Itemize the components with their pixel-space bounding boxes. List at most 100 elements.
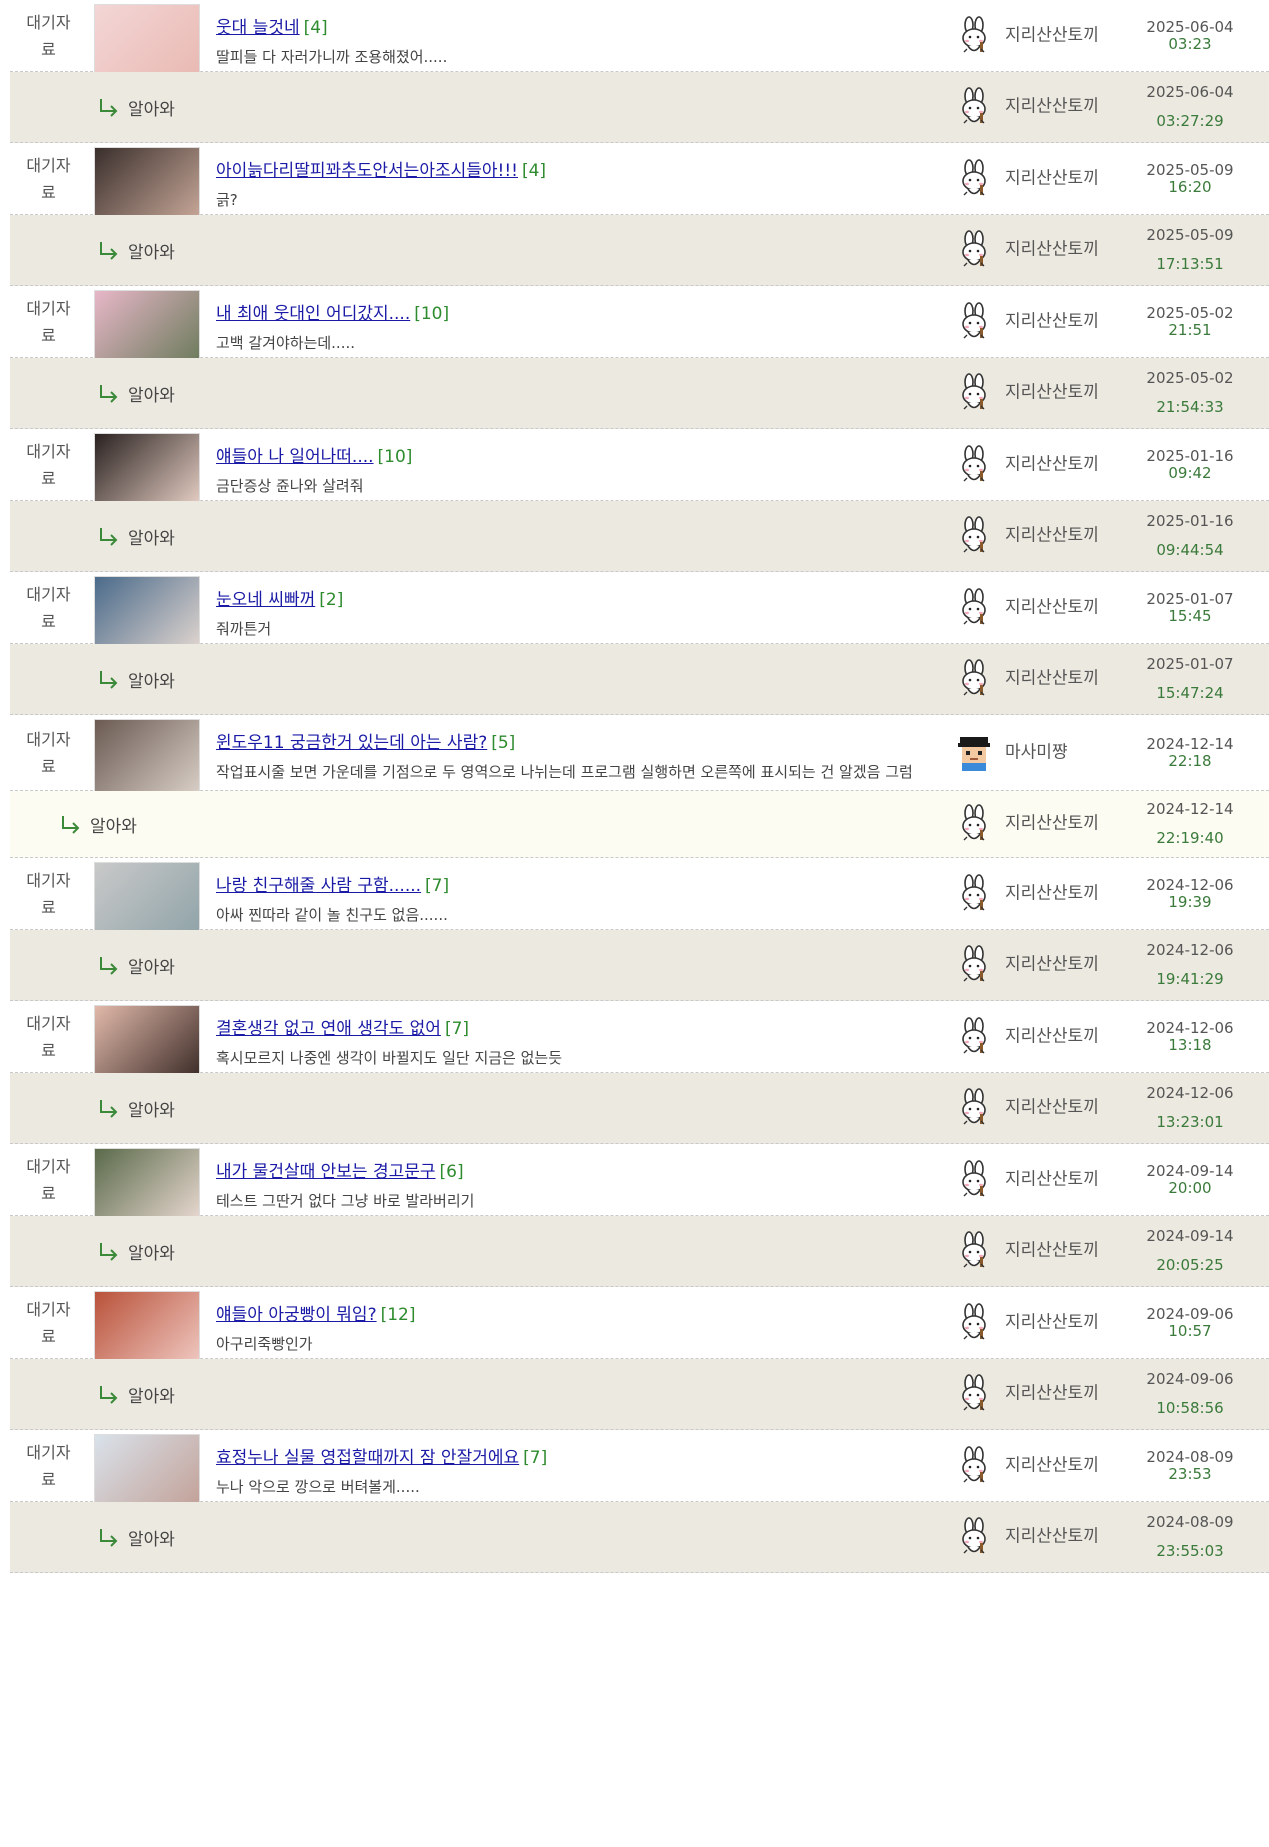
post-thumbnail[interactable] (94, 1291, 200, 1367)
reply-time: 03:27:29 (1156, 112, 1224, 130)
post-date: 2024-12-06 (1146, 875, 1234, 894)
comment-count: [10] (377, 447, 413, 467)
comment-count: [4] (521, 161, 547, 181)
post-time: 21:51 (1168, 320, 1212, 339)
reply-author[interactable]: 지리산산토끼 (1005, 1381, 1100, 1408)
reply-link[interactable]: 알아와 (98, 1359, 175, 1429)
post-author[interactable]: 지리산산토끼 (1005, 308, 1100, 335)
reply-datetime: 2024-12-06 13:23:01 (1110, 1079, 1269, 1137)
post-title-link[interactable]: 웃대 늘것네 (216, 18, 300, 38)
reply-datetime: 2024-12-14 22:19:40 (1110, 795, 1269, 853)
reply-datetime: 2024-09-14 20:05:25 (1110, 1222, 1269, 1280)
post-thumbnail[interactable] (94, 719, 200, 795)
post-title-link[interactable]: 나랑 친구해줄 사람 구함...... (216, 876, 421, 896)
reply-author[interactable]: 지리산산토끼 (1005, 1238, 1100, 1265)
reply-author[interactable]: 지리산산토끼 (1005, 523, 1100, 550)
post-datetime: 2025-05-09 16:20 (1110, 160, 1269, 196)
reply-arrow-icon (60, 814, 82, 834)
reply-link[interactable]: 알아와 (98, 930, 175, 1000)
reply-row: 알아와 지리산산토끼 2024-08-09 23:55:03 (10, 1502, 1269, 1573)
post-thumbnail[interactable] (94, 1434, 200, 1510)
post-title-link[interactable]: 얘들아 나 일어나떠.... (216, 447, 374, 467)
reply-arrow-icon (98, 955, 120, 975)
post-title-link[interactable]: 아이늙다리딸피꽈추도안서는아조시들아!!! (216, 161, 518, 181)
reply-row: 알아와 지리산산토끼 2024-12-06 19:41:29 (10, 930, 1269, 1001)
post-time: 23:53 (1168, 1464, 1212, 1483)
post-date: 2025-01-07 (1146, 589, 1234, 608)
reply-row: 알아와 지리산산토끼 2024-09-14 20:05:25 (10, 1216, 1269, 1287)
reply-author[interactable]: 지리산산토끼 (1005, 1524, 1100, 1551)
post-author[interactable]: 지리산산토끼 (1005, 1452, 1100, 1479)
post-author[interactable]: 지리산산토끼 (1005, 880, 1100, 907)
reply-link[interactable]: 알아와 (60, 791, 137, 857)
post-title-link[interactable]: 효정누나 실물 영접할때까지 잠 안잘거에요 (216, 1448, 519, 1468)
post-author[interactable]: 지리산산토끼 (1005, 1166, 1100, 1193)
post-title-link[interactable]: 얘들아 아궁빵이 뭐임? (216, 1305, 377, 1325)
post-datetime: 2024-09-06 10:57 (1110, 1305, 1269, 1340)
reply-date: 2024-12-14 (1146, 800, 1234, 818)
category-label: 대기자료 (26, 1299, 71, 1346)
post-date: 2025-06-04 (1146, 17, 1234, 36)
post-author[interactable]: 지리산산토끼 (1005, 165, 1100, 192)
post-author[interactable]: 지리산산토끼 (1005, 22, 1100, 49)
reply-time: 15:47:24 (1156, 684, 1224, 702)
post-title-link[interactable]: 내가 물건살때 안보는 경고문구 (216, 1162, 436, 1182)
category-label: 대기자료 (26, 729, 71, 776)
reply-link[interactable]: 알아와 (98, 215, 175, 285)
reply-author[interactable]: 지리산산토끼 (1005, 1095, 1100, 1122)
reply-text: 알아와 (128, 957, 175, 978)
reply-time: 09:44:54 (1156, 541, 1224, 559)
reply-author[interactable]: 지리산산토끼 (1005, 811, 1100, 838)
reply-row: 알아와 지리산산토끼 2024-12-06 13:23:01 (10, 1073, 1269, 1144)
reply-text: 알아와 (128, 1529, 175, 1550)
category-label: 대기자료 (26, 870, 71, 917)
post-author[interactable]: 지리산산토끼 (1005, 594, 1100, 621)
post-author[interactable]: 지리산산토끼 (1005, 1309, 1100, 1336)
post-title-link[interactable]: 눈오네 씨빠꺼 (216, 590, 315, 610)
reply-author[interactable]: 지리산산토끼 (1005, 952, 1100, 979)
post-subject: 효정누나 실물 영접할때까지 잠 안잘거에요 [7] 누나 악으로 깡으로 버텨볼게… (216, 1443, 929, 1501)
reply-author[interactable]: 지리산산토끼 (1005, 237, 1100, 264)
reply-link[interactable]: 알아와 (98, 1502, 175, 1572)
reply-link[interactable]: 알아와 (98, 358, 175, 428)
post-thumbnail[interactable] (94, 1148, 200, 1224)
post-author[interactable]: 지리산산토끼 (1005, 451, 1100, 478)
rabbit-avatar-icon (955, 373, 993, 413)
post-author[interactable]: 지리산산토끼 (1005, 1023, 1100, 1050)
post-subject: 내 최애 웃대인 어디갔지.... [10] 고백 갈겨야하는데..... (216, 299, 929, 357)
reply-author[interactable]: 지리산산토끼 (1005, 380, 1100, 407)
post-thumbnail[interactable] (94, 576, 200, 652)
post-preview: 고백 갈겨야하는데..... (216, 334, 356, 352)
post-title-link[interactable]: 내 최애 웃대인 어디갔지.... (216, 304, 410, 324)
rabbit-avatar-icon (955, 230, 993, 270)
reply-arrow-icon (98, 97, 120, 117)
post-datetime: 2025-06-04 03:23 (1110, 17, 1269, 53)
rabbit-avatar-icon (955, 1445, 993, 1486)
reply-link[interactable]: 알아와 (98, 1073, 175, 1143)
post-title-link[interactable]: 결혼생각 없고 연애 생각도 없어 (216, 1019, 441, 1039)
post-thumbnail[interactable] (94, 147, 200, 223)
post-date: 2025-05-09 (1146, 160, 1234, 179)
rabbit-avatar-icon (955, 1159, 993, 1200)
post-author[interactable]: 마사미쨩 (1005, 739, 1100, 766)
post-thumbnail[interactable] (94, 862, 200, 938)
post-preview: 누나 악으로 깡으로 버텨볼게..... (216, 1478, 420, 1496)
post-thumbnail[interactable] (94, 433, 200, 509)
post-row: 대기자료 윈도우11 궁금한거 있는데 아는 사람? [5] 작업표시줄 보면 가운데… (10, 715, 1269, 808)
post-thumbnail[interactable] (94, 4, 200, 80)
reply-link[interactable]: 알아와 (98, 1216, 175, 1286)
reply-link[interactable]: 알아와 (98, 501, 175, 571)
post-thumbnail[interactable] (94, 290, 200, 366)
reply-link[interactable]: 알아와 (98, 644, 175, 714)
reply-author[interactable]: 지리산산토끼 (1005, 94, 1100, 121)
post-datetime: 2025-01-16 09:42 (1110, 447, 1269, 482)
reply-link[interactable]: 알아와 (98, 72, 175, 142)
post-subject: 내가 물건살때 안보는 경고문구 [6] 테스트 그딴거 없다 그냥 바로 발라버리… (216, 1157, 929, 1215)
category-label: 대기자료 (26, 1442, 71, 1489)
reply-arrow-icon (98, 240, 120, 260)
reply-time: 22:19:40 (1156, 829, 1224, 847)
post-thumbnail[interactable] (94, 1005, 200, 1081)
post-time: 10:57 (1168, 1321, 1212, 1340)
post-title-link[interactable]: 윈도우11 궁금한거 있는데 아는 사람? (216, 733, 487, 753)
reply-author[interactable]: 지리산산토끼 (1005, 666, 1100, 693)
